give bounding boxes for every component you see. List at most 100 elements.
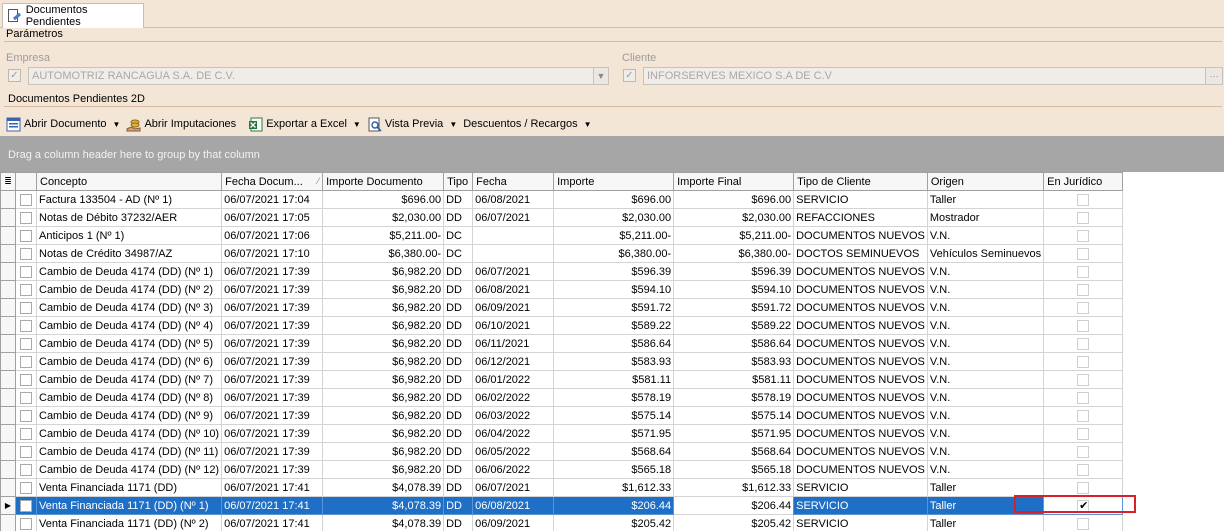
table-row[interactable]: Cambio de Deuda 4174 (DD) (Nº 9) 06/07/20… [0,406,1124,425]
row-indicator[interactable] [0,190,16,209]
cell-importe[interactable]: $696.00 [553,190,675,209]
cell-importe-documento[interactable]: $696.00 [322,190,445,209]
cell-fecha[interactable]: 06/04/2022 [472,424,555,443]
cell-importe[interactable]: $568.64 [553,442,675,461]
cell-tipo[interactable]: DD [443,208,474,227]
cell-tipo[interactable]: DD [443,478,474,497]
cell-fecha-documento[interactable]: 06/07/2021 17:39 [221,388,324,407]
row-select-cell[interactable] [15,334,37,353]
dropdown-arrow-icon[interactable]: ▼ [449,120,457,129]
cell-fecha[interactable]: 06/06/2022 [472,460,555,479]
cell-tipo[interactable]: DD [443,262,474,281]
row-indicator[interactable] [0,388,16,407]
cell-concepto[interactable]: Cambio de Deuda 4174 (DD) (Nº 3) [35,298,223,317]
row-select-cell[interactable] [15,442,37,461]
cell-origen[interactable]: Taller [926,496,1045,515]
cell-importe-final[interactable]: $586.64 [673,334,795,353]
cell-importe[interactable]: $589.22 [553,316,675,335]
cell-fecha-documento[interactable]: 06/07/2021 17:39 [221,316,324,335]
cell-importe-final[interactable]: $594.10 [673,280,795,299]
cell-fecha-documento[interactable]: 06/07/2021 17:39 [221,370,324,389]
en-juridico-checkbox[interactable] [1077,265,1090,278]
cell-importe-documento[interactable]: $6,982.20 [322,460,445,479]
abrir-documento-button[interactable]: Abrir Documento ▼ [6,114,120,134]
row-indicator[interactable] [0,514,16,531]
row-select-cell[interactable] [15,316,37,335]
row-indicator[interactable] [0,478,16,497]
cell-fecha-documento[interactable]: 06/07/2021 17:39 [221,262,324,281]
en-juridico-checkbox[interactable] [1077,373,1090,386]
row-select-cell[interactable] [15,406,37,425]
descuentos-recargos-button[interactable]: Descuentos / Recargos ▼ [463,114,591,134]
cell-importe[interactable]: $575.14 [553,406,675,425]
row-indicator[interactable] [0,352,16,371]
en-juridico-checkbox[interactable] [1077,445,1090,458]
cell-tipo-cliente[interactable]: SERVICIO [793,190,928,209]
cell-fecha[interactable] [472,244,555,263]
cell-importe-documento[interactable]: $6,982.20 [322,388,445,407]
cell-importe-documento[interactable]: $6,982.20 [322,406,445,425]
header-fecha-documento[interactable]: Fecha Docum... ⁄ [221,172,324,191]
cell-importe-documento[interactable]: $6,982.20 [322,316,445,335]
cell-origen[interactable]: Taller [926,190,1045,209]
cell-importe-final[interactable]: $206.44 [673,496,795,515]
cell-importe[interactable]: $596.39 [553,262,675,281]
cell-importe-documento[interactable]: $6,982.20 [322,334,445,353]
cell-tipo[interactable]: DD [443,352,474,371]
row-select-cell[interactable] [15,478,37,497]
cell-concepto[interactable]: Cambio de Deuda 4174 (DD) (Nº 6) [35,352,223,371]
table-row[interactable]: ▶ Venta Financiada 1171 (DD) (Nº 1) 06/07/… [0,496,1124,515]
cell-en-juridico[interactable] [1043,442,1124,461]
header-importe-final[interactable]: Importe Final [673,172,795,191]
cell-fecha[interactable]: 06/07/2021 [472,262,555,281]
cell-tipo[interactable]: DD [443,496,474,515]
cell-origen[interactable]: V.N. [926,442,1045,461]
cell-importe-documento[interactable]: $5,211.00- [322,226,445,245]
cell-fecha[interactable]: 06/12/2021 [472,352,555,371]
cell-tipo[interactable]: DC [443,226,474,245]
cell-fecha-documento[interactable]: 06/07/2021 17:39 [221,280,324,299]
cell-importe-final[interactable]: $591.72 [673,298,795,317]
row-select-checkbox[interactable] [20,391,32,404]
en-juridico-checkbox[interactable] [1077,355,1090,368]
cell-concepto[interactable]: Factura 133504 - AD (Nº 1) [35,190,223,209]
cell-tipo[interactable]: DD [443,442,474,461]
row-indicator[interactable] [0,244,16,263]
cell-fecha-documento[interactable]: 06/07/2021 17:05 [221,208,324,227]
row-indicator[interactable] [0,208,16,227]
cell-en-juridico[interactable] [1043,478,1124,497]
cell-importe-documento[interactable]: $6,380.00- [322,244,445,263]
cell-fecha-documento[interactable]: 06/07/2021 17:39 [221,298,324,317]
cell-en-juridico[interactable] [1043,334,1124,353]
cell-fecha[interactable]: 06/09/2021 [472,514,555,531]
cell-origen[interactable]: V.N. [926,370,1045,389]
table-row[interactable]: Venta Financiada 1171 (DD) (Nº 2) 06/07/2… [0,514,1124,531]
header-en-juridico[interactable]: En Jurídico [1043,172,1124,191]
cell-importe[interactable]: $565.18 [553,460,675,479]
vista-previa-button[interactable]: Vista Previa ▼ [367,114,457,134]
cell-origen[interactable]: V.N. [926,226,1045,245]
cell-en-juridico[interactable] [1043,460,1124,479]
cell-concepto[interactable]: Cambio de Deuda 4174 (DD) (Nº 1) [35,262,223,281]
table-row[interactable]: Cambio de Deuda 4174 (DD) (Nº 6) 06/07/20… [0,352,1124,371]
table-row[interactable]: Cambio de Deuda 4174 (DD) (Nº 4) 06/07/20… [0,316,1124,335]
cell-tipo-cliente[interactable]: DOCUMENTOS NUEVOS [793,406,928,425]
table-row[interactable]: Cambio de Deuda 4174 (DD) (Nº 7) 06/07/20… [0,370,1124,389]
row-select-cell[interactable] [15,424,37,443]
row-select-cell[interactable] [15,388,37,407]
cell-tipo[interactable]: DD [443,190,474,209]
cell-importe-documento[interactable]: $6,982.20 [322,298,445,317]
cell-importe-documento[interactable]: $6,982.20 [322,280,445,299]
row-indicator[interactable] [0,262,16,281]
cell-en-juridico[interactable] [1043,424,1124,443]
cell-tipo-cliente[interactable]: DOCTOS SEMINUEVOS [793,244,928,263]
cell-importe-final[interactable]: $575.14 [673,406,795,425]
cell-concepto[interactable]: Venta Financiada 1171 (DD) [35,478,223,497]
column-chooser-icon[interactable]: ≣ [0,172,16,191]
row-select-cell[interactable] [15,514,37,531]
cliente-combo[interactable]: INFORSERVES MEXICO S.A DE C.V [643,67,1206,85]
row-indicator[interactable] [0,316,16,335]
cell-en-juridico[interactable] [1043,352,1124,371]
cell-tipo[interactable]: DD [443,316,474,335]
group-by-panel[interactable]: Drag a column header here to group by th… [0,136,1224,172]
